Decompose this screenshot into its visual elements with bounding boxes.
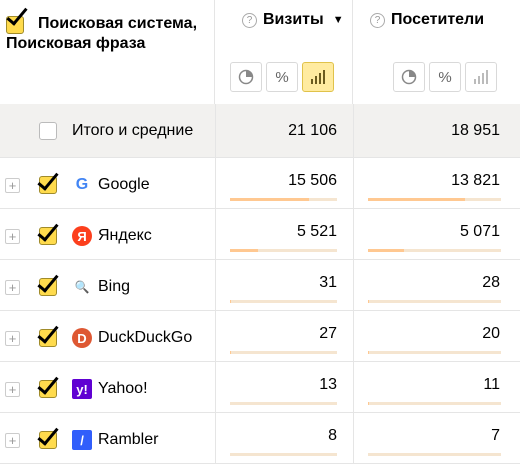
table-row: + G Google 15 506 13 821	[0, 158, 520, 209]
duckduckgo-icon: D	[72, 328, 92, 348]
search-engine-name[interactable]: Яндекс	[98, 227, 152, 245]
percent-view-button[interactable]: %	[266, 62, 298, 92]
bar-chart-icon	[474, 70, 488, 84]
percent-icon: %	[275, 68, 289, 86]
visits-value: 5 521	[296, 223, 337, 240]
visits-value: 31	[319, 274, 337, 291]
help-icon[interactable]: ?	[242, 12, 257, 28]
visitors-share-bar	[368, 402, 501, 405]
bar-chart-view-button[interactable]	[302, 62, 334, 92]
search-engine-name[interactable]: Google	[98, 176, 150, 194]
visits-value: 27	[319, 325, 337, 342]
table-row: + D DuckDuckGo 27 20	[0, 311, 520, 362]
bar-chart-icon	[311, 70, 325, 84]
checkmark-icon	[37, 219, 59, 242]
checkmark-icon	[37, 168, 59, 191]
visits-share-bar	[230, 351, 337, 354]
visitors-value: 7	[491, 427, 500, 444]
rambler-icon: /	[72, 430, 92, 450]
visitors-value: 13 821	[451, 172, 500, 189]
pie-chart-icon	[238, 69, 254, 85]
table-row: + / Rambler 8 7	[0, 413, 520, 464]
visits-view-toggle: %	[230, 62, 338, 92]
totals-visitors: 18 951	[451, 122, 500, 139]
pie-chart-icon	[401, 69, 417, 85]
visitors-share-bar	[368, 351, 501, 354]
checkmark-icon	[37, 270, 59, 293]
visits-value: 15 506	[288, 172, 337, 189]
column-divider	[215, 104, 216, 463]
totals-row: Итого и средние 21 106 18 951	[0, 104, 520, 158]
visits-column-title[interactable]: Визиты	[263, 11, 324, 29]
search-engine-name[interactable]: Yahoo!	[98, 380, 148, 398]
visits-share-bar	[230, 300, 337, 303]
visitors-value: 20	[482, 325, 500, 342]
expand-row-button[interactable]: +	[5, 229, 20, 244]
table-row: + 🔍 Bing 31 28	[0, 260, 520, 311]
visitors-share-bar	[368, 300, 501, 303]
visitors-share-bar	[368, 198, 501, 201]
row-checkbox[interactable]	[37, 168, 59, 194]
help-icon[interactable]: ?	[370, 12, 385, 28]
table-header: Поисковая система, Поисковая фраза ? Виз…	[0, 0, 520, 104]
totals-checkbox[interactable]	[39, 122, 57, 140]
expand-row-button[interactable]: +	[5, 280, 20, 295]
pie-chart-view-button[interactable]	[393, 62, 425, 92]
search-engine-name[interactable]: DuckDuckGo	[98, 329, 192, 347]
expand-row-button[interactable]: +	[5, 178, 20, 193]
visitors-value: 5 071	[459, 223, 500, 240]
google-icon: G	[72, 175, 92, 195]
expand-row-button[interactable]: +	[5, 433, 20, 448]
visitors-share-bar	[368, 453, 501, 456]
row-checkbox[interactable]	[37, 372, 59, 398]
row-checkbox[interactable]	[37, 219, 59, 245]
dimension-title-line2: Поисковая фраза	[6, 35, 146, 52]
row-checkbox[interactable]	[37, 270, 59, 296]
pie-chart-view-button[interactable]	[230, 62, 262, 92]
visits-column-header: ? Визиты ▼ %	[215, 0, 353, 104]
checkmark-icon	[37, 423, 59, 446]
totals-label: Итого и средние	[72, 122, 194, 139]
visits-value: 13	[319, 376, 337, 393]
search-engine-name[interactable]: Bing	[98, 278, 130, 296]
yandex-icon: Я	[72, 226, 92, 246]
visitors-share-bar	[368, 249, 501, 252]
visitors-column-title[interactable]: Посетители	[391, 11, 484, 29]
visits-share-bar	[230, 453, 337, 456]
checkmark-icon	[37, 321, 59, 344]
visits-share-bar	[230, 402, 337, 405]
dimension-title-line1: Поисковая система,	[38, 15, 198, 32]
visitors-value: 28	[482, 274, 500, 291]
visits-share-bar	[230, 198, 337, 201]
totals-visits: 21 106	[288, 122, 337, 139]
bing-icon: 🔍	[72, 277, 92, 297]
expand-row-button[interactable]: +	[5, 331, 20, 346]
table-row: + Я Яндекс 5 521 5 071	[0, 209, 520, 260]
percent-icon: %	[438, 68, 452, 86]
visits-value: 8	[328, 427, 337, 444]
yahoo-icon: y!	[72, 379, 92, 399]
row-checkbox[interactable]	[37, 321, 59, 347]
bar-chart-view-button[interactable]	[465, 62, 497, 92]
visits-share-bar	[230, 249, 337, 252]
visitors-value: 11	[483, 376, 500, 393]
row-checkbox[interactable]	[37, 423, 59, 449]
search-engine-name[interactable]: Rambler	[98, 431, 158, 449]
visitors-view-toggle: %	[393, 62, 501, 92]
dimension-column-header[interactable]: Поисковая система, Поисковая фраза	[0, 0, 215, 104]
table-row: + y! Yahoo! 13 11	[0, 362, 520, 413]
expand-row-button[interactable]: +	[5, 382, 20, 397]
percent-view-button[interactable]: %	[429, 62, 461, 92]
column-divider	[353, 104, 354, 463]
sort-desc-icon[interactable]: ▼	[333, 14, 344, 26]
visitors-column-header: ? Посетители %	[353, 0, 520, 104]
checkmark-icon	[37, 372, 59, 395]
report-table: Поисковая система, Поисковая фраза ? Виз…	[0, 0, 520, 464]
